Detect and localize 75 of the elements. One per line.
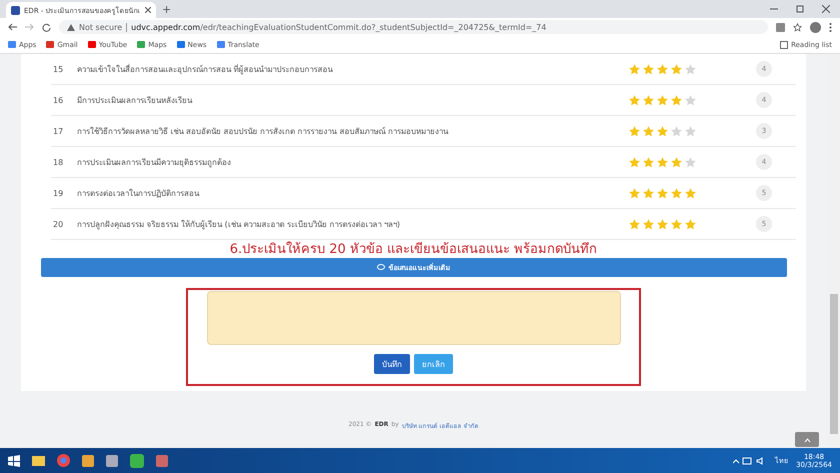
menu-icon[interactable] [829, 22, 832, 32]
star-icon[interactable] [670, 186, 683, 200]
reload-icon[interactable] [42, 22, 51, 32]
question-text: การตรงต่อเวลาในการปฏิบัติการสอน [77, 188, 200, 200]
bookmark-icon [88, 41, 96, 48]
app-icon[interactable] [106, 454, 118, 466]
star-icon[interactable] [684, 62, 697, 76]
star-icon[interactable] [642, 156, 655, 168]
question-text: การประเมินผลการเรียนมีความยุติธรรมถูกต้อง [77, 156, 232, 168]
chevron-up-icon [804, 436, 810, 442]
bookmark-icon [46, 41, 54, 48]
star-icon[interactable] [656, 218, 669, 230]
star-icon[interactable] [670, 62, 683, 76]
star-icon[interactable] [670, 218, 683, 230]
star-icon[interactable] [684, 218, 697, 230]
back-icon[interactable] [8, 23, 17, 31]
star-icon[interactable] [670, 94, 683, 106]
star-icon[interactable] [670, 156, 683, 168]
star-icon[interactable] [656, 124, 669, 138]
star-icon[interactable] [642, 186, 655, 200]
star-icon[interactable] [628, 186, 641, 200]
app-icon[interactable] [156, 454, 168, 466]
warning-icon [67, 24, 75, 30]
bookmark-icon [137, 41, 146, 48]
star-icon[interactable] [670, 124, 683, 138]
question-number: 15 [52, 64, 64, 74]
close-icon[interactable] [822, 5, 830, 13]
forward-icon[interactable] [25, 23, 34, 31]
star-icon[interactable] [642, 218, 655, 230]
app-icon[interactable] [82, 454, 94, 466]
star-icon[interactable] [628, 62, 641, 76]
close-icon[interactable] [145, 7, 151, 13]
restore-icon[interactable] [796, 5, 804, 13]
star-icon[interactable] [642, 94, 655, 106]
chat-icon[interactable] [130, 454, 144, 468]
question-number: 17 [52, 126, 64, 136]
question-number: 18 [52, 158, 64, 166]
star-icon[interactable] [684, 186, 697, 200]
question-text: ความเข้าใจในสื่อการสอนและอุปกรณ์การสอน ที่ผู้สอนนำมาประกอบการสอน [77, 63, 334, 76]
avatar-icon[interactable] [810, 22, 821, 32]
star-icon[interactable] [684, 124, 697, 138]
browser-icon[interactable] [57, 454, 70, 467]
bookmark-icon [8, 41, 16, 48]
star-icon[interactable] [642, 124, 655, 138]
bookmark-icon [216, 41, 225, 48]
windows-start-icon[interactable] [8, 454, 20, 466]
back-to-top-button[interactable] [795, 432, 819, 447]
site-icon [11, 6, 20, 14]
star-icon[interactable] [628, 124, 641, 138]
question-text: การปลูกฝังคุณธรรม จริยธรรม ให้กับผู้เรียน (เช่น ความสะอาด ระเบียบวินัย การตรงต่อเวลา ฯลฯ) [77, 218, 402, 230]
star-icon[interactable] [628, 156, 641, 168]
star-icon[interactable] [684, 156, 697, 168]
address-bar[interactable]: Not secure udvc.appedr.com/edr/teachingEvaluationStudentCommit.do?_studentSubjectId=_204725&_termId=_74 [59, 20, 768, 34]
question-number: 19 [52, 188, 64, 198]
star-icon[interactable] [684, 94, 697, 106]
question-text: การใช้วิธีการวัดผลหลายวิธี เช่น สอบอัตนัย สอบปรนัย การสังเกต การรายงาน สอบสัมภาษณ์ การมอบหมายงาน [77, 126, 450, 138]
question-text: มีการประเมินผลการเรียนหลังเรียน [77, 94, 194, 106]
comment-icon [376, 264, 384, 271]
star-icon[interactable] [642, 62, 655, 76]
new-tab-button[interactable]: + [162, 2, 172, 16]
star-icon[interactable] [656, 186, 669, 200]
star-icon[interactable] [656, 94, 669, 106]
star-icon[interactable] [793, 22, 802, 32]
bookmark-icon [176, 41, 185, 48]
star-icon[interactable] [656, 62, 669, 76]
folder-icon[interactable] [32, 455, 45, 466]
save-button[interactable]: บันทึก [374, 354, 410, 374]
question-number: 16 [52, 96, 64, 104]
star-icon[interactable] [628, 218, 641, 230]
question-number: 20 [52, 220, 64, 228]
star-icon[interactable] [628, 94, 641, 106]
list-icon [780, 40, 788, 48]
star-icon[interactable] [656, 156, 669, 168]
suggestion-textarea[interactable] [206, 291, 620, 345]
instruction-annotation: 6.ประเมินให้ครบ 20 หัวข้อ และเขียนข้อเสนอแนะ พร้อมกดบันทึก [230, 242, 598, 257]
